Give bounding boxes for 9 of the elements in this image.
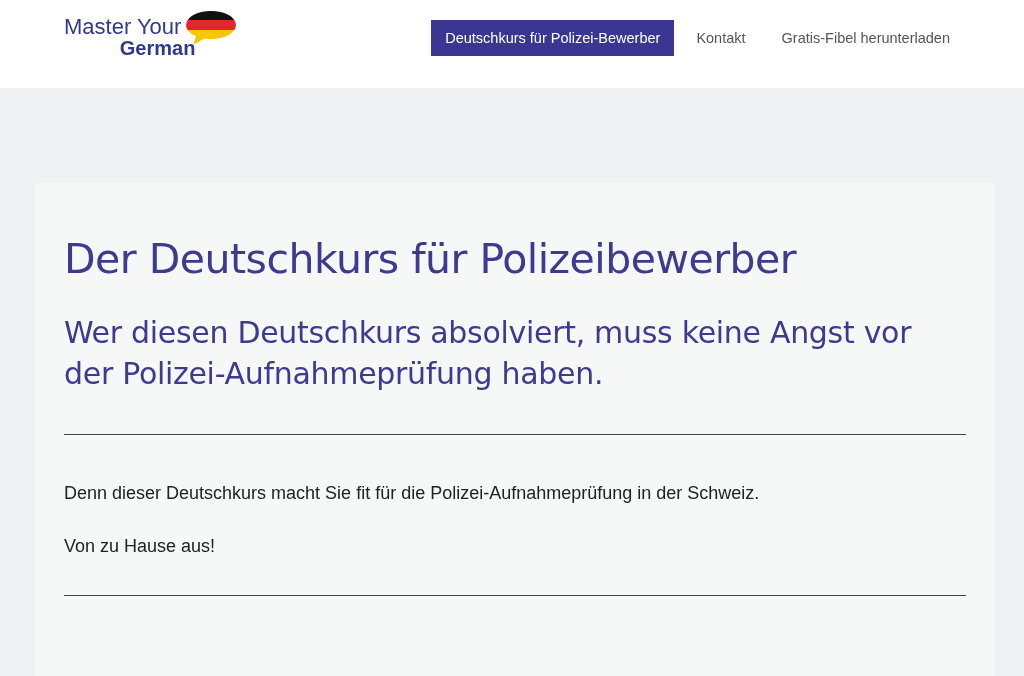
logo-text[interactable]: German <box>119 38 196 58</box>
paragraph: Denn dieser Deutschkurs macht Sie fit für die Polizei-Aufnahmeprüfung in der Schweiz. <box>64 483 761 504</box>
page-subtitle: Wer diesen Deutschkurs absolviert, muss keine Angst vor der Polizei-Aufnahmeprüfung haben. <box>64 314 913 393</box>
nav-link[interactable]: Gratis-Fibel herunterladen <box>767 20 964 56</box>
page-title: Der Deutschkurs für Polizeibewerber <box>64 235 798 283</box>
nav-link[interactable]: Kontakt <box>682 20 760 56</box>
paragraph: Von zu Hause aus! <box>64 536 217 557</box>
nav-link[interactable]: Deutschkurs für Polizei-Bewerber <box>431 20 675 56</box>
logo-text[interactable]: Master Your <box>64 16 182 38</box>
